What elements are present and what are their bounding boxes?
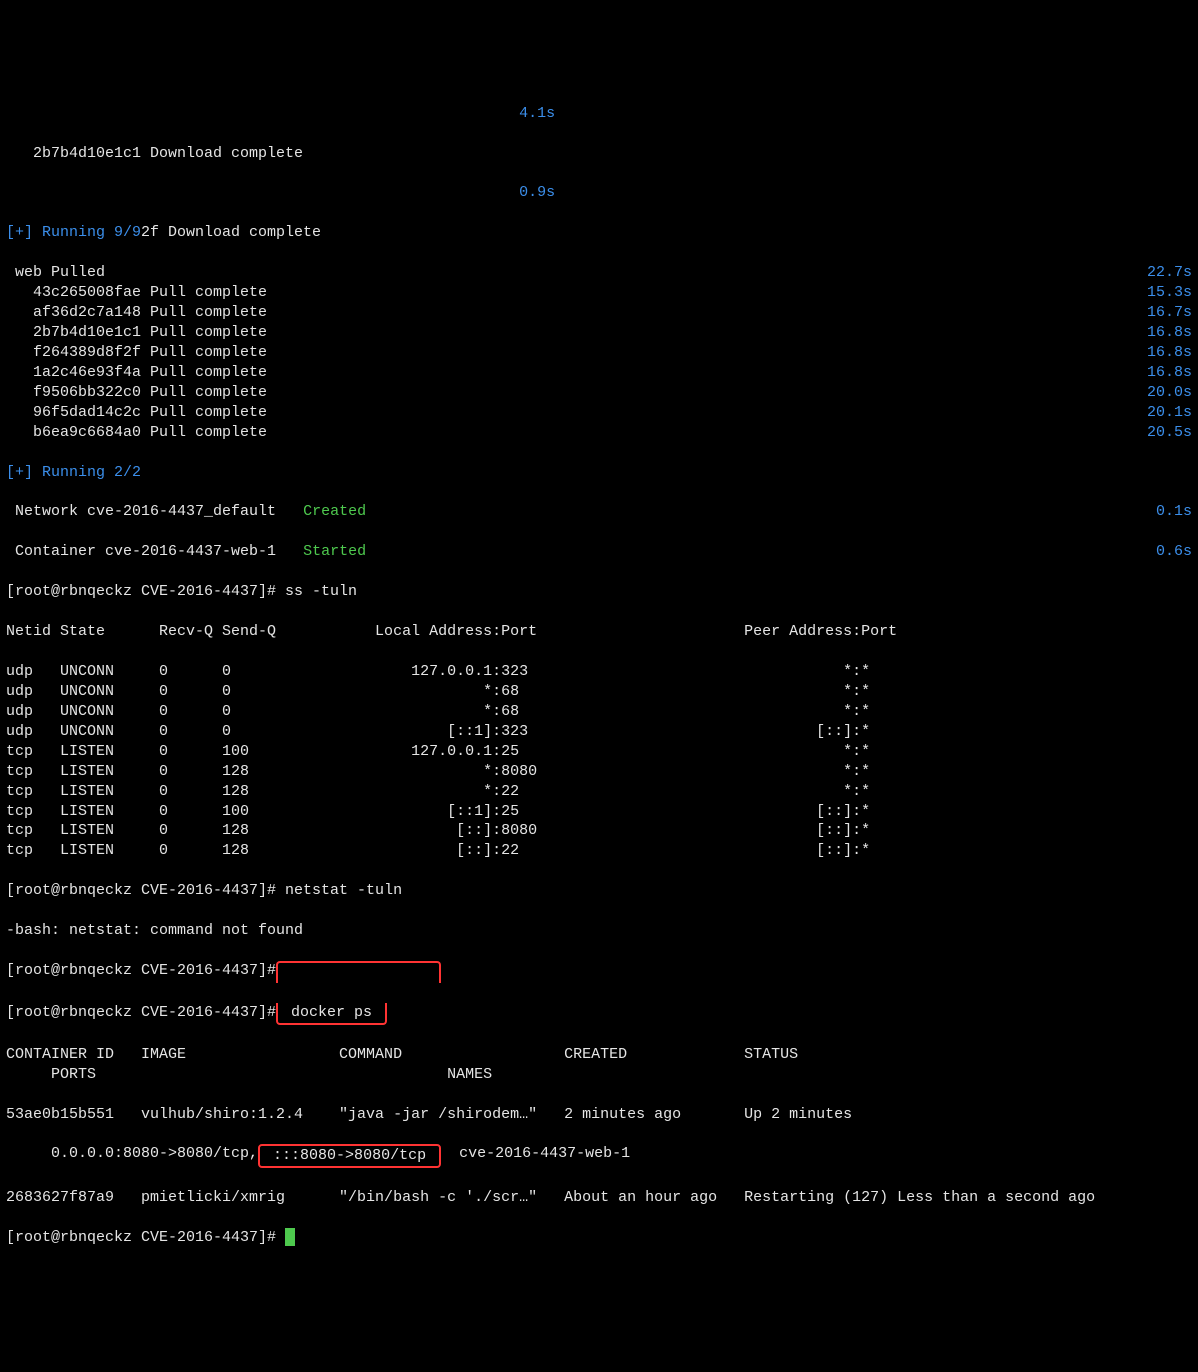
prompt-line: [root@rbnqeckz CVE-2016-4437]# ss -tuln — [6, 582, 1192, 602]
docker-header: CONTAINER ID IMAGE COMMAND CREATED STATU… — [6, 1045, 1192, 1085]
pull-complete-line: f264389d8f2f Pull complete16.8s — [6, 343, 1192, 363]
pull-complete-line: f9506bb322c0 Pull complete20.0s — [6, 383, 1192, 403]
ss-row: udp UNCONN 0 0 *:68 *:* — [6, 682, 1192, 702]
docker-row: 53ae0b15b551 vulhub/shiro:1.2.4 "java -j… — [6, 1105, 1192, 1125]
running-header: [+] Running 9/92f Download complete — [6, 223, 1192, 243]
pull-complete-line: 96f5dad14c2c Pull complete20.1s — [6, 403, 1192, 423]
ss-row: tcp LISTEN 0 100 [::1]:25 [::]:* — [6, 802, 1192, 822]
prompt-docker-line: [root@rbnqeckz CVE-2016-4437]# docker ps — [6, 1003, 1192, 1025]
pull-complete-line: 2b7b4d10e1c1 Pull complete16.8s — [6, 323, 1192, 343]
container-started-line: Container cve-2016-4437-web-1 Started0.6… — [6, 542, 1192, 562]
docker-row: 2683627f87a9 pmietlicki/xmrig "/bin/bash… — [6, 1188, 1192, 1208]
docker-row-ports: 0.0.0.0:8080->8080/tcp, :::8080->8080/tc… — [6, 1144, 1192, 1168]
network-created-line: Network cve-2016-4437_default Created0.1… — [6, 502, 1192, 522]
prompt-line: [root@rbnqeckz CVE-2016-4437]# netstat -… — [6, 881, 1192, 901]
port-mapping-highlight: :::8080->8080/tcp — [258, 1144, 441, 1168]
ss-row: tcp LISTEN 0 128 [::]:22 [::]:* — [6, 841, 1192, 861]
ss-row: udp UNCONN 0 0 127.0.0.1:323 *:* — [6, 662, 1192, 682]
running-header: [+] Running 2/2 — [6, 463, 1192, 483]
ss-row: tcp LISTEN 0 128 [::]:8080 [::]:* — [6, 821, 1192, 841]
pull-complete-line: 1a2c46e93f4a Pull complete16.8s — [6, 363, 1192, 383]
ss-row: udp UNCONN 0 0 [::1]:323 [::]:* — [6, 722, 1192, 742]
ss-row: tcp LISTEN 0 100 127.0.0.1:25 *:* — [6, 742, 1192, 762]
pull-complete-line: web Pulled22.7s — [6, 263, 1192, 283]
pull-complete-line: af36d2c7a148 Pull complete16.7s — [6, 303, 1192, 323]
timing-line: 4.1s — [6, 104, 1192, 124]
docker-ps-highlight: docker ps — [276, 1003, 387, 1025]
ss-row: udp UNCONN 0 0 *:68 *:* — [6, 702, 1192, 722]
prompt-line-boxed: [root@rbnqeckz CVE-2016-4437]# — [6, 961, 1192, 983]
download-line: 2b7b4d10e1c1 Download complete — [6, 144, 1192, 164]
cursor-icon — [285, 1228, 295, 1246]
pull-complete-line: 43c265008fae Pull complete15.3s — [6, 283, 1192, 303]
pull-complete-line: b6ea9c6684a0 Pull complete20.5s — [6, 423, 1192, 443]
ss-row: tcp LISTEN 0 128 *:22 *:* — [6, 782, 1192, 802]
terminal-output[interactable]: 4.1s 2b7b4d10e1c1 Download complete 0.9s… — [6, 84, 1192, 1268]
ss-header: Netid State Recv-Q Send-Q Local Address:… — [6, 622, 1192, 642]
error-line: -bash: netstat: command not found — [6, 921, 1192, 941]
ss-row: tcp LISTEN 0 128 *:8080 *:* — [6, 762, 1192, 782]
timing-line: 0.9s — [6, 183, 1192, 203]
prompt-cursor-line[interactable]: [root@rbnqeckz CVE-2016-4437]# — [6, 1228, 1192, 1248]
